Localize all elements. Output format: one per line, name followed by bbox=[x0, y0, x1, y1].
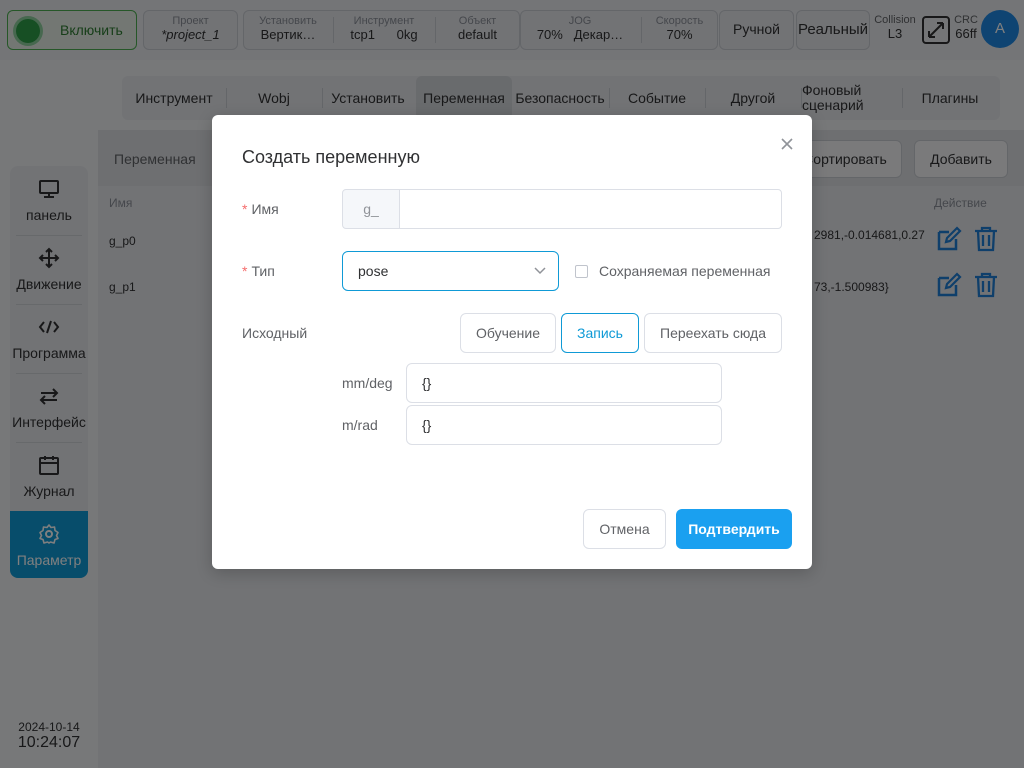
name-field-label: * Имя bbox=[242, 201, 279, 217]
name-prefix: g_ bbox=[342, 189, 400, 229]
required-mark: * bbox=[242, 263, 248, 279]
type-field-label: * Тип bbox=[242, 263, 275, 279]
create-variable-dialog: Создать переменную * Имя g_ * Тип pose Сох… bbox=[212, 115, 812, 569]
type-select[interactable]: pose bbox=[342, 251, 559, 291]
persistent-checkbox-label[interactable]: Сохраняемая переменная bbox=[599, 263, 770, 279]
cancel-button[interactable]: Отмена bbox=[583, 509, 666, 549]
source-label: Исходный bbox=[242, 325, 308, 341]
required-mark: * bbox=[242, 201, 248, 217]
close-icon[interactable] bbox=[780, 137, 794, 151]
pose-m-rad-input[interactable] bbox=[406, 405, 722, 445]
dialog-title: Создать переменную bbox=[242, 147, 420, 167]
chevron-down-icon bbox=[534, 267, 546, 275]
move-here-button[interactable]: Переехать сюда bbox=[644, 313, 782, 353]
teach-button[interactable]: Обучение bbox=[460, 313, 556, 353]
persistent-checkbox[interactable] bbox=[575, 265, 588, 278]
name-input[interactable] bbox=[399, 189, 782, 229]
unit-mm-deg-label: mm/deg bbox=[342, 375, 393, 391]
pose-mm-deg-input[interactable] bbox=[406, 363, 722, 403]
record-button[interactable]: Запись bbox=[561, 313, 639, 353]
type-select-value: pose bbox=[358, 263, 389, 279]
unit-m-rad-label: m/rad bbox=[342, 417, 378, 433]
confirm-button[interactable]: Подтвердить bbox=[676, 509, 792, 549]
